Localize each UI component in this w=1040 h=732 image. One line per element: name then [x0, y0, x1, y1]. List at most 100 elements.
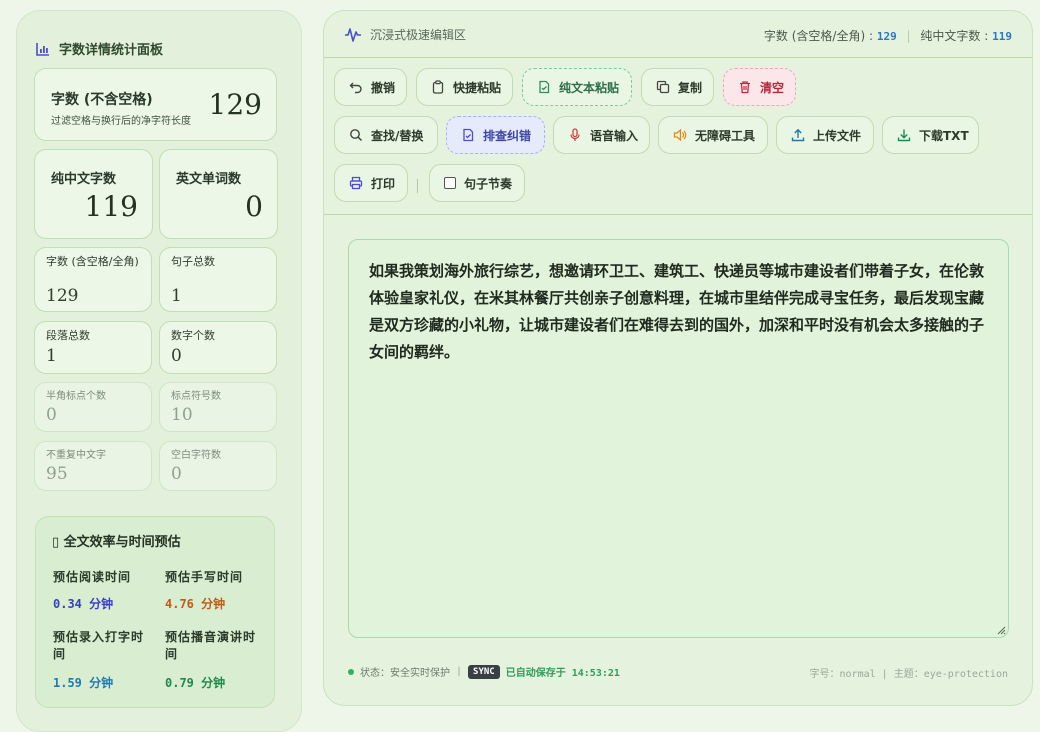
quick-paste-button[interactable]: 快捷粘贴 [416, 68, 513, 106]
download-icon [897, 128, 911, 142]
header-cn-value: 119 [992, 30, 1012, 43]
copy-label: 复制 [678, 80, 703, 95]
stat-card-no-space: 字数 (不含空格) 过滤空格与换行后的净字符长度 129 [34, 68, 277, 141]
editor-header-stats: 字数 (含空格/全角) : 129 | 纯中文字数 : 119 [763, 29, 1012, 43]
efficiency-title: ▯ 全文效率与时间预估 [52, 535, 181, 550]
undo-button[interactable]: 撤销 [334, 68, 407, 106]
copy-icon [656, 80, 670, 94]
stats-panel: 字数详情统计面板 字数 (不含空格) 过滤空格与换行后的净字符长度 129 纯中… [16, 10, 302, 732]
clear-label: 清空 [760, 80, 785, 95]
undo-label: 撤销 [371, 80, 396, 95]
stat-card-digits: 数字个数 0 [159, 321, 277, 374]
print-button[interactable]: 打印 [334, 164, 408, 202]
stat-card-unique-cn: 不重复中文字 95 [34, 441, 152, 491]
autosave-text: 已自动保存于 14:53:21 [505, 668, 620, 679]
microphone-icon [568, 128, 582, 142]
upload-file-button[interactable]: 上传文件 [776, 116, 874, 154]
toolbar-divider [417, 179, 418, 193]
header-count-value: 129 [876, 30, 897, 43]
editor-content: 如果我策划海外旅行综艺，想邀请环卫工、建筑工、快递员等城市建设者们带着子女，在伦… [369, 262, 985, 361]
stat-label: 标点符号数 [171, 391, 221, 402]
search-icon [349, 128, 363, 142]
stat-label: 句子总数 [171, 255, 215, 268]
stat-value: 0 [171, 346, 182, 366]
stat-value: 0 [245, 190, 263, 223]
editor-panel: 沉浸式极速编辑区 字数 (含空格/全角) : 129 | 纯中文字数 : 119… [323, 10, 1033, 706]
stat-label: 英文单词数 [176, 172, 242, 187]
stat-card-chinese: 纯中文字数 119 [34, 149, 153, 239]
voice-input-label: 语音输入 [590, 128, 639, 143]
stats-panel-title: 字数详情统计面板 [35, 39, 163, 58]
stat-label: 不重复中文字 [46, 450, 106, 461]
download-txt-button[interactable]: 下载TXT [882, 116, 979, 154]
clipboard-icon [431, 80, 445, 94]
efficiency-box: ▯ 全文效率与时间预估 预估阅读时间 0.34 分钟 预估手写时间 4.76 分… [35, 516, 275, 708]
download-txt-label: 下载TXT [919, 128, 969, 143]
stat-card-sentences: 句子总数 1 [159, 247, 277, 312]
stat-value: 119 [84, 190, 138, 223]
reading-time-label: 预估阅读时间 [53, 570, 132, 584]
editor-footer-status: 状态：安全实时保护 | SYNC 已自动保存于 14:53:21 [348, 664, 620, 679]
stat-label: 空白字符数 [171, 450, 221, 461]
stat-card-paragraphs: 段落总数 1 [34, 321, 152, 374]
file-check-icon [461, 128, 475, 142]
typing-time-value: 1.59 分钟 [53, 676, 114, 690]
stat-card-whitespace: 空白字符数 0 [159, 441, 277, 491]
bar-chart-icon [36, 42, 49, 56]
stat-value: 95 [46, 464, 68, 484]
stat-value: 129 [46, 286, 79, 306]
plain-paste-label: 纯文本粘贴 [559, 80, 620, 95]
upload-icon [791, 128, 805, 142]
header-count-label: 字数 (含空格/全角) [763, 29, 866, 43]
accessibility-label: 无障碍工具 [695, 128, 756, 143]
stat-value: 1 [171, 286, 182, 306]
voice-input-button[interactable]: 语音输入 [553, 116, 650, 154]
typeset-check-button[interactable]: 排查纠错 [446, 116, 545, 154]
stat-card-half-punct: 半角标点个数 0 [34, 382, 152, 432]
editor-title: 沉浸式极速编辑区 [344, 26, 466, 43]
stat-sublabel: 过滤空格与换行后的净字符长度 [51, 116, 191, 127]
status-text: 状态：安全实时保护 [360, 668, 450, 679]
stat-value: 0 [171, 464, 182, 484]
editor-textarea[interactable]: 如果我策划海外旅行综艺，想邀请环卫工、建筑工、快递员等城市建设者们带着子女，在伦… [348, 239, 1009, 638]
find-replace-button[interactable]: 查找/替换 [334, 116, 438, 154]
editor-header: 沉浸式极速编辑区 字数 (含空格/全角) : 129 | 纯中文字数 : 119 [324, 11, 1032, 58]
pulse-icon [345, 27, 361, 42]
undo-icon [349, 80, 363, 94]
trash-icon [738, 80, 752, 94]
stat-label: 数字个数 [171, 329, 215, 342]
stat-card-with-spaces: 字数 (含空格/全角) 129 [34, 247, 152, 312]
stat-value: 1 [46, 346, 57, 366]
paste-text-icon [537, 80, 551, 94]
broadcast-time-label: 预估播音演讲时间 [165, 630, 257, 661]
accessibility-button[interactable]: 无障碍工具 [658, 116, 768, 154]
checkbox[interactable] [444, 177, 456, 189]
typeset-check-label: 排查纠错 [483, 128, 532, 143]
stat-value: 129 [208, 88, 262, 121]
toolbar-divider-line [324, 214, 1032, 215]
handwriting-time-value: 4.76 分钟 [165, 597, 226, 611]
upload-file-label: 上传文件 [813, 128, 862, 143]
clear-button[interactable]: 清空 [723, 68, 796, 106]
stat-label: 字数 (不含空格) [51, 92, 153, 108]
editor-footer-meta: 字号：normal | 主题：eye-protection [809, 669, 1008, 680]
stat-value: 0 [46, 405, 57, 425]
quick-paste-label: 快捷粘贴 [453, 80, 502, 95]
speaker-icon [673, 128, 687, 142]
handwriting-time-label: 预估手写时间 [165, 570, 244, 584]
sentence-rhythm-toggle[interactable]: 句子节奏 [429, 164, 525, 202]
editor-title-text: 沉浸式极速编辑区 [370, 28, 467, 42]
stat-label: 段落总数 [46, 329, 90, 342]
stat-value: 10 [171, 405, 193, 425]
copy-button[interactable]: 复制 [641, 68, 714, 106]
broadcast-time-value: 0.79 分钟 [165, 676, 226, 690]
stat-label: 半角标点个数 [46, 391, 106, 402]
plain-paste-button[interactable]: 纯文本粘贴 [522, 68, 632, 106]
status-dot [348, 668, 354, 675]
sync-badge: SYNC [468, 664, 500, 679]
find-replace-label: 查找/替换 [371, 128, 424, 143]
resize-handle-icon[interactable] [996, 625, 1006, 635]
sentence-rhythm-label: 句子节奏 [464, 176, 513, 191]
reading-time-value: 0.34 分钟 [53, 597, 114, 611]
print-label: 打印 [371, 176, 396, 191]
